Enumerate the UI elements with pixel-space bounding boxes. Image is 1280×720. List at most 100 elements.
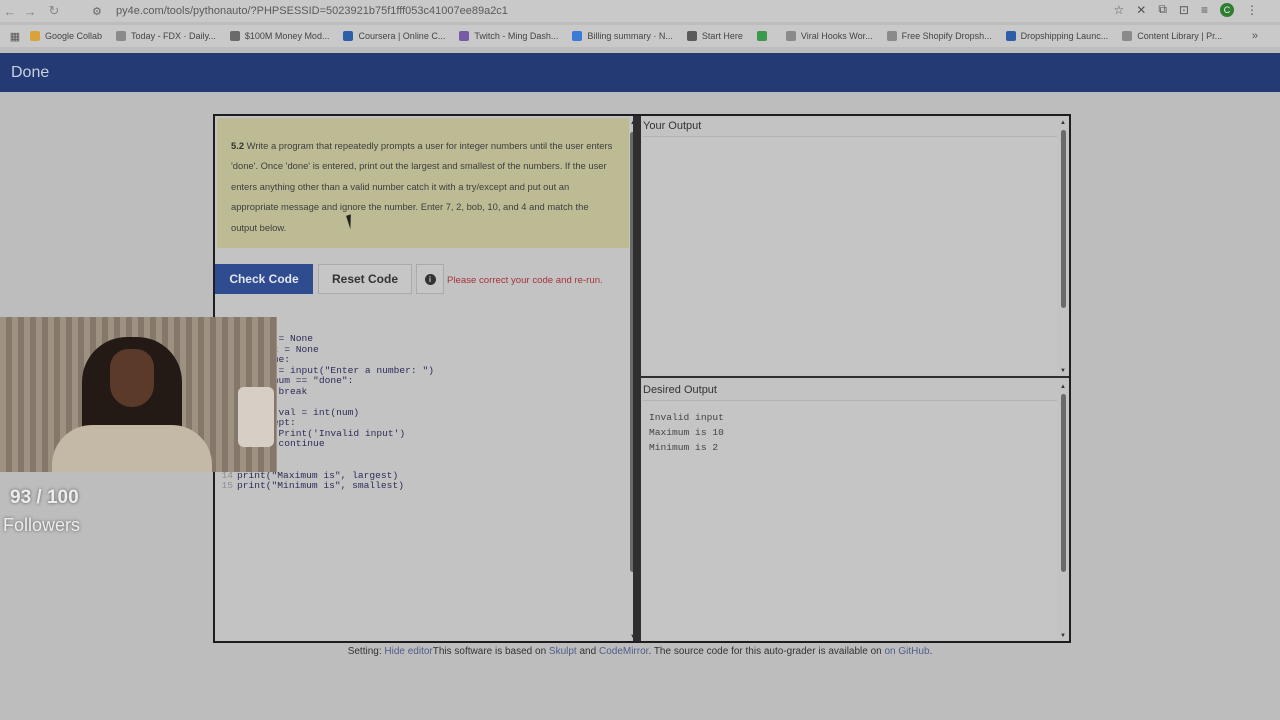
followers-label: Followers: [3, 515, 81, 535]
question-text: Write a program that repeatedly prompts …: [231, 140, 613, 233]
skulpt-link[interactable]: Skulpt: [549, 646, 577, 657]
footer-period: .: [929, 646, 933, 657]
pane-divider[interactable]: [633, 116, 641, 641]
bookmark-item[interactable]: Content Library | Pr...: [1122, 31, 1222, 41]
line-number: 15: [221, 480, 233, 491]
desired-output-scrollbar[interactable]: ▲ ▼: [1060, 384, 1067, 639]
browser-toolbar: ← → ↻ ⚙ py4e.com/tools/pythonauto/?PHPSE…: [0, 0, 1280, 22]
scroll-down-icon[interactable]: ▼: [1060, 368, 1066, 374]
lamp: [238, 387, 274, 447]
bookmark-favicon-icon: [1005, 31, 1016, 41]
your-output-scrollbar[interactable]: ▲ ▼: [1060, 120, 1067, 374]
star-icon[interactable]: ☆: [1114, 3, 1125, 17]
bookmark-label: Twitch - Ming Dash...: [474, 31, 559, 41]
scroll-down-icon[interactable]: ▼: [1060, 633, 1066, 639]
autograder-frame: 5.2 Write a program that repeatedly prom…: [213, 114, 1071, 643]
code-text: num == "done":: [267, 375, 354, 386]
bookmark-label: Viral Hooks Wor...: [800, 31, 873, 41]
forward-icon[interactable]: →: [20, 4, 40, 19]
hide-editor-link[interactable]: Hide editor: [384, 646, 432, 657]
bookmark-favicon-icon: [1122, 31, 1133, 41]
question-number: 5.2: [231, 140, 245, 151]
footer-and: and: [576, 646, 599, 657]
desired-output-line: Maximum is 10: [649, 427, 724, 438]
footer-text-2: . The source code for this auto-grader i…: [648, 646, 885, 657]
bookmark-favicon-icon: [229, 31, 240, 41]
bookmark-favicon-icon: [686, 31, 697, 41]
media-icon[interactable]: ≡: [1201, 3, 1208, 17]
question-box: 5.2 Write a program that repeatedly prom…: [217, 118, 629, 248]
apps-grid-icon[interactable]: ▦: [0, 30, 30, 43]
site-info-icon[interactable]: ⚙: [92, 5, 106, 18]
scroll-up-icon[interactable]: ▲: [1060, 384, 1066, 390]
code-line[interactable]: 15 print("Minimum is", smallest): [215, 480, 625, 492]
back-icon[interactable]: ←: [0, 4, 20, 19]
bookmark-favicon-icon: [30, 31, 40, 41]
address-bar[interactable]: ⚙ py4e.com/tools/pythonauto/?PHPSESSID=5…: [92, 2, 1082, 20]
scroll-thumb[interactable]: [1061, 130, 1066, 308]
bookmark-item[interactable]: Dropshipping Launc...: [1005, 31, 1109, 41]
webcam-overlay: [0, 317, 277, 472]
your-output-pane: Your Output ▲ ▼: [641, 116, 1069, 378]
bookmarks-bar: ▦ Google Collab Today - FDX · Daily... $10…: [0, 25, 1280, 47]
followers-goal: 93 / 100 Followers: [0, 487, 120, 541]
bookmark-favicon-icon: [343, 31, 354, 41]
profile-avatar[interactable]: C: [1220, 2, 1234, 17]
bookmark-label: Content Library | Pr...: [1137, 31, 1223, 41]
bookmark-item[interactable]: Coursera | Online C...: [343, 31, 445, 41]
bookmark-label: Start Here: [701, 31, 743, 41]
menu-icon[interactable]: ⋮: [1246, 3, 1258, 17]
setting-label: Setting:: [347, 646, 385, 657]
codemirror-link[interactable]: CodeMirror: [599, 646, 648, 657]
reload-icon[interactable]: ↻: [40, 3, 68, 19]
site-header: Done: [0, 53, 1280, 92]
bookmark-label: Today - FDX · Daily...: [131, 31, 216, 41]
bookmark-item[interactable]: Today - FDX · Daily...: [116, 31, 216, 41]
github-link[interactable]: on GitHub: [885, 646, 930, 657]
bookmark-item[interactable]: $100M Money Mod...: [229, 31, 330, 41]
streamer: [52, 337, 212, 472]
bookmark-item[interactable]: Google Collab: [30, 31, 102, 41]
code-text: print("Minimum is", smallest): [237, 480, 404, 491]
scroll-up-icon[interactable]: ▲: [1060, 120, 1066, 126]
your-output-title: Your Output: [643, 120, 702, 132]
followers-count: 93 / 100: [10, 487, 79, 508]
bookmark-label: Google Collab: [45, 31, 103, 41]
done-link[interactable]: Done: [11, 64, 49, 82]
bookmark-item[interactable]: Billing summary · N...: [572, 31, 673, 41]
bookmark-favicon-icon: [756, 31, 767, 41]
bookmark-item[interactable]: [756, 31, 772, 41]
extensions-icon[interactable]: ⧉: [1158, 2, 1167, 17]
footer-text-1: This software is based on: [432, 646, 549, 657]
bookmark-favicon-icon: [785, 31, 796, 41]
bookmark-label: Free Shopify Dropsh...: [901, 31, 992, 41]
bookmark-item[interactable]: Start Here: [686, 31, 743, 41]
code-text: val = int(num): [267, 406, 360, 418]
more-bookmarks-icon[interactable]: »: [1252, 30, 1258, 42]
bookmark-item[interactable]: Twitch - Ming Dash...: [459, 31, 558, 41]
bookmark-favicon-icon: [572, 31, 583, 41]
code-text: m = input("Enter a number: "): [267, 364, 434, 376]
desired-output-title: Desired Output: [643, 384, 717, 396]
code-text: Print('Invalid input'): [267, 427, 406, 439]
desired-output-line: Minimum is 2: [649, 442, 719, 453]
bookmark-item[interactable]: Viral Hooks Wor...: [785, 31, 873, 41]
desired-output-line: Invalid input: [649, 412, 724, 423]
your-output-body: [643, 136, 1057, 374]
bookmark-item[interactable]: Free Shopify Dropsh...: [886, 31, 992, 41]
bookmark-favicon-icon: [459, 31, 470, 41]
footer: Setting: Hide editorThis software is bas…: [0, 646, 1280, 657]
desired-output-text: Invalid input Maximum is 10 Minimum is 2: [649, 410, 724, 455]
tab-search-icon[interactable]: ⊡: [1179, 3, 1189, 17]
bookmark-label: $100M Money Mod...: [244, 31, 330, 41]
bookmark-favicon-icon: [886, 31, 897, 41]
extension-x-icon[interactable]: ✕: [1136, 3, 1146, 17]
desired-output-pane: Desired Output Invalid input Maximum is 1…: [641, 380, 1069, 641]
scroll-thumb[interactable]: [1061, 394, 1066, 572]
bookmark-label: Coursera | Online C...: [358, 31, 446, 41]
bookmark-label: Dropshipping Launc...: [1020, 31, 1109, 41]
bookmark-label: Billing summary · N...: [587, 31, 673, 41]
url-text: py4e.com/tools/pythonauto/?PHPSESSID=502…: [116, 5, 508, 17]
editor-pane: 5.2 Write a program that repeatedly prom…: [215, 116, 631, 641]
bookmark-favicon-icon: [116, 31, 127, 41]
